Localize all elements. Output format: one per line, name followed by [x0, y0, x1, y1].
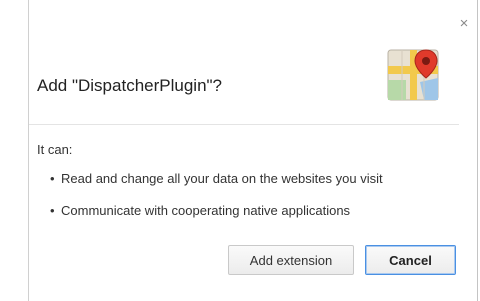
permissions-heading: It can: [37, 142, 73, 157]
permission-text: Read and change all your data on the web… [61, 171, 383, 186]
dialog-title: Add "DispatcherPlugin"? [37, 76, 223, 95]
close-icon[interactable]: × [457, 16, 471, 31]
add-extension-dialog: × Add "DispatcherPlugin"? It can: • Read… [28, 0, 478, 301]
permission-text: Communicate with cooperating native appl… [61, 203, 351, 218]
divider [29, 124, 459, 125]
maps-icon [384, 44, 444, 104]
bullet: • [50, 203, 55, 218]
add-extension-button[interactable]: Add extension [228, 245, 354, 275]
cancel-button[interactable]: Cancel [365, 245, 456, 275]
permission-item: • Communicate with cooperating native ap… [50, 203, 351, 218]
permission-item: • Read and change all your data on the w… [50, 171, 383, 186]
bullet: • [50, 171, 55, 186]
